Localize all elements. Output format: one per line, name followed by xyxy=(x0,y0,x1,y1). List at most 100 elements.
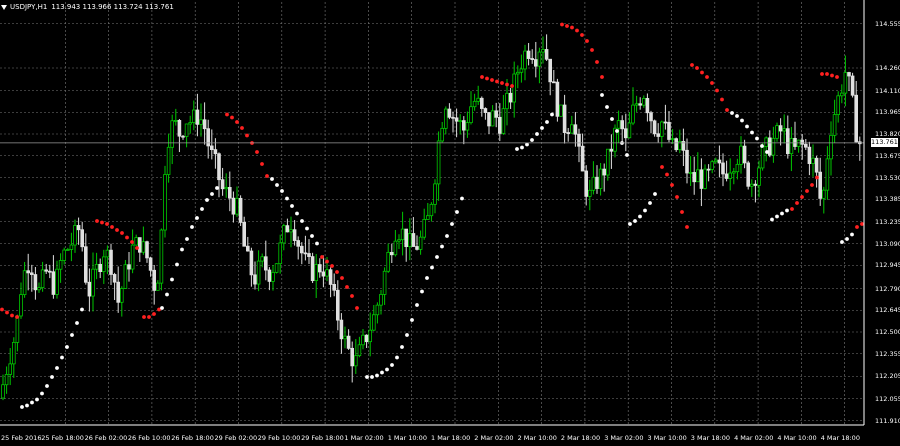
candle-body xyxy=(339,319,344,340)
candle-body xyxy=(231,197,236,215)
sar-dot-below xyxy=(845,237,849,241)
sar-dot-above xyxy=(260,162,264,166)
price-tick-label: 114.110 xyxy=(875,86,900,95)
sar-dot-above xyxy=(330,264,334,268)
sar-dot-above xyxy=(705,75,709,79)
candle-body xyxy=(512,73,516,103)
candle-body xyxy=(652,120,657,135)
candle-body xyxy=(173,119,178,122)
candle-body xyxy=(670,138,675,141)
time-tick-label: 29 Feb 02:00 xyxy=(214,434,258,442)
candle-body xyxy=(483,108,488,113)
candle-body xyxy=(497,116,502,134)
candle-body xyxy=(159,229,164,284)
sar-dot-above xyxy=(100,220,104,225)
candle-body xyxy=(433,183,437,205)
sar-dot-below xyxy=(648,201,652,205)
candle-body xyxy=(220,179,225,190)
sar-dot-above xyxy=(800,195,804,199)
candle-body xyxy=(15,315,20,343)
candle-body xyxy=(346,335,351,349)
sar-dot-below xyxy=(25,403,29,408)
candle-body xyxy=(714,159,718,163)
candle-body xyxy=(717,159,722,164)
candle-body xyxy=(494,110,498,118)
sar-dot-below xyxy=(300,219,304,223)
sar-dot-below xyxy=(775,214,779,219)
time-tick-label: 2 Mar 18:00 xyxy=(560,434,601,442)
sar-dot-above xyxy=(860,222,864,226)
candle-body xyxy=(660,121,664,137)
candle-body xyxy=(526,50,531,59)
candle-body xyxy=(314,264,318,282)
candle-body xyxy=(541,49,545,53)
candle-body xyxy=(48,270,52,273)
candle-body xyxy=(616,120,621,129)
candle-body xyxy=(253,274,257,285)
candle-body xyxy=(94,263,99,270)
sar-dot-above xyxy=(265,174,269,178)
candle-body xyxy=(552,81,556,84)
candle-body xyxy=(404,228,408,248)
candle-body xyxy=(606,148,610,176)
sar-dot-above xyxy=(105,222,109,226)
ohlc-values: 113.943 113.966 113.724 113.761 xyxy=(51,3,174,11)
sar-dot-above xyxy=(570,25,574,30)
sar-dot-below xyxy=(75,321,79,325)
candle-body xyxy=(271,271,275,282)
candle-body xyxy=(548,58,552,83)
sar-dot-above xyxy=(350,294,354,298)
time-tick-label: 29 Feb 10:00 xyxy=(257,434,301,442)
price-chart[interactable] xyxy=(0,0,900,446)
sar-dot-below xyxy=(440,244,444,249)
sar-dot-below xyxy=(765,150,769,154)
candle-body xyxy=(425,215,430,220)
chart-title[interactable]: USDJPY,H1 113.943 113.966 113.724 113.76… xyxy=(1,1,174,13)
sar-dot-above xyxy=(495,79,499,84)
sar-dot-above xyxy=(245,133,249,138)
sar-dot-above xyxy=(147,315,151,319)
candle-body xyxy=(375,304,380,316)
price-tick-label: 112.205 xyxy=(875,372,900,381)
candle-body xyxy=(685,149,689,174)
candle-body xyxy=(840,92,844,97)
sar-dot-below xyxy=(600,93,604,97)
candle-body xyxy=(458,120,462,123)
candle-body xyxy=(649,112,653,122)
sar-dot-above xyxy=(500,81,504,85)
sar-dot-above xyxy=(125,235,129,240)
candle-body xyxy=(307,253,311,258)
sar-dot-above xyxy=(142,315,146,319)
sar-dot-above xyxy=(830,73,834,78)
candle-body xyxy=(800,139,804,145)
candle-body xyxy=(227,187,232,199)
sar-dot-below xyxy=(435,255,439,259)
sar-dot-below xyxy=(375,373,379,378)
candle-body xyxy=(850,75,855,96)
sar-dot-below xyxy=(750,130,754,135)
candle-body xyxy=(87,281,92,297)
sar-dot-above xyxy=(600,75,604,79)
chart-window[interactable]: USDJPY,H1 113.943 113.966 113.724 113.76… xyxy=(0,0,900,446)
sar-dot-below xyxy=(638,214,642,219)
sar-dot-above xyxy=(485,76,489,81)
candle-body xyxy=(393,240,398,256)
price-tick-label: 114.260 xyxy=(875,64,900,72)
time-tick-label: 4 Mar 02:00 xyxy=(734,434,774,442)
candle-body xyxy=(278,242,282,265)
sar-dot-below xyxy=(550,112,554,117)
sar-dot-below xyxy=(200,207,204,211)
candle-body xyxy=(224,187,229,190)
dropdown-triangle-icon[interactable] xyxy=(1,4,7,10)
time-tick-label: 29 Feb 18:00 xyxy=(301,434,344,442)
candle-body xyxy=(634,103,639,106)
price-tick-label: 114.555 xyxy=(875,19,900,28)
sar-dot-below xyxy=(160,306,164,310)
candle-body xyxy=(598,168,603,189)
candle-body xyxy=(379,293,383,306)
candle-body xyxy=(188,122,193,125)
candle-body xyxy=(102,256,106,273)
sar-dot-above xyxy=(130,240,134,244)
candle-body xyxy=(724,173,729,179)
candle-body xyxy=(508,92,513,103)
